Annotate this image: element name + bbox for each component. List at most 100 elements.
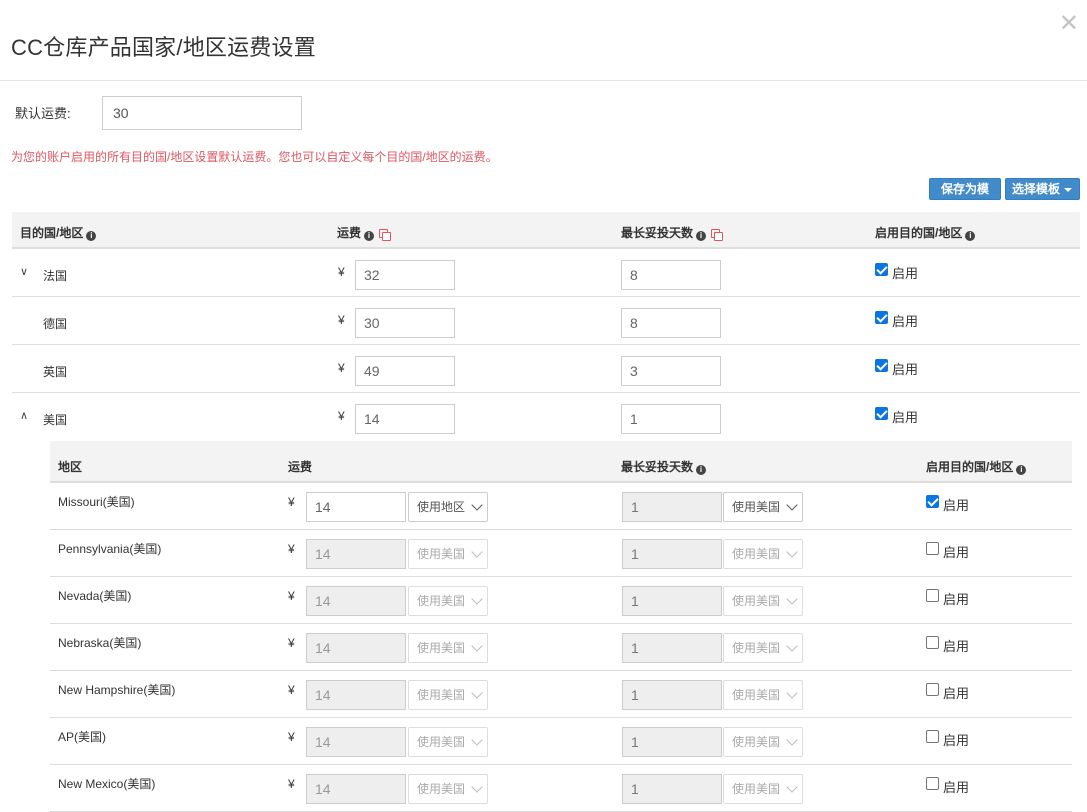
days-source-select[interactable]: 使用美国	[723, 774, 803, 804]
enable-checkbox[interactable]	[926, 495, 939, 508]
info-icon[interactable]: i	[696, 465, 707, 475]
days-source-select[interactable]: 使用美国	[723, 633, 803, 663]
currency-symbol: ¥	[338, 409, 345, 423]
table-row: New Hampshire(美国) ¥ 使用美国 使用美国 启用	[50, 671, 1072, 718]
region-fee-input[interactable]	[306, 492, 406, 522]
fee-source-value: 使用美国	[417, 782, 466, 796]
modal-title: CC仓库产品国家/地区运费设置	[11, 35, 316, 60]
fee-input[interactable]	[355, 308, 455, 338]
enable-checkbox[interactable]	[926, 542, 939, 555]
region-fee-input[interactable]	[306, 539, 406, 569]
select-template-button[interactable]: 选择模板	[1005, 178, 1080, 200]
enable-checkbox[interactable]	[875, 407, 888, 420]
subtable-header: 地区 运费 最长妥投天数 i 启用目的国/地区 i	[50, 441, 1072, 483]
save-template-button[interactable]: 保存为模板	[929, 178, 1001, 216]
enable-label: 启用	[892, 410, 919, 425]
currency-symbol: ¥	[288, 589, 295, 603]
days-source-select[interactable]: 使用美国	[723, 680, 803, 710]
info-icon[interactable]: i	[965, 231, 976, 241]
fee-source-select[interactable]: 使用美国	[408, 539, 488, 569]
days-source-value: 使用美国	[732, 547, 781, 561]
region-max-days-input[interactable]	[622, 633, 722, 663]
enable-checkbox[interactable]	[926, 683, 939, 696]
max-days-input[interactable]	[621, 356, 721, 386]
region-max-days-input[interactable]	[622, 586, 722, 616]
fee-source-select[interactable]: 使用美国	[408, 633, 488, 663]
days-source-select[interactable]: 使用美国	[723, 492, 803, 522]
chevron-placeholder	[20, 361, 32, 373]
region-max-days-input[interactable]	[622, 539, 722, 569]
days-source-value: 使用美国	[732, 594, 781, 608]
region-name: New Hampshire(美国)	[58, 683, 176, 697]
currency-symbol: ¥	[288, 542, 295, 556]
info-icon[interactable]: i	[696, 231, 707, 241]
info-icon[interactable]: i	[86, 231, 97, 241]
enable-checkbox[interactable]	[875, 359, 888, 372]
table-row: Missouri(美国) ¥ 使用地区 使用美国 启用	[50, 483, 1072, 530]
table-row: 英国 ¥ 启用	[12, 345, 1080, 393]
info-icon[interactable]: i	[364, 231, 375, 241]
max-days-input[interactable]	[621, 260, 721, 290]
header-destination-label: 目的国/地区	[20, 226, 84, 240]
table-row: New Mexico(美国) ¥ 使用美国 使用美国 启用	[50, 765, 1072, 812]
enable-label: 启用	[943, 686, 970, 701]
region-fee-input[interactable]	[306, 727, 406, 757]
max-days-input[interactable]	[621, 308, 721, 338]
close-icon[interactable]: ✕	[1059, 12, 1079, 36]
chevron-up-icon[interactable]: ∧	[20, 409, 32, 422]
region-name: AP(美国)	[58, 730, 107, 744]
fee-source-value: 使用美国	[417, 688, 466, 702]
fee-source-select[interactable]: 使用地区	[408, 492, 488, 522]
currency-symbol: ¥	[288, 683, 295, 697]
caret-down-icon	[1064, 187, 1073, 192]
fee-input[interactable]	[355, 260, 455, 290]
enable-label: 启用	[943, 498, 970, 513]
fee-source-value: 使用美国	[417, 547, 466, 561]
fee-input[interactable]	[355, 404, 455, 434]
subheader-region: 地区	[58, 460, 83, 474]
days-source-select[interactable]: 使用美国	[723, 727, 803, 757]
chevron-down-icon	[786, 640, 798, 652]
fee-source-select[interactable]: 使用美国	[408, 586, 488, 616]
currency-symbol: ¥	[338, 313, 345, 327]
default-fee-input[interactable]	[102, 96, 302, 130]
header-max-days-label: 最长妥投天数	[621, 226, 694, 240]
days-source-value: 使用美国	[732, 641, 781, 655]
chevron-down-icon	[471, 593, 483, 605]
currency-symbol: ¥	[288, 777, 295, 791]
chevron-down-icon	[471, 687, 483, 699]
region-fee-input[interactable]	[306, 633, 406, 663]
fee-source-select[interactable]: 使用美国	[408, 727, 488, 757]
copy-icon[interactable]	[379, 229, 392, 241]
subheader-enable-label: 启用目的国/地区	[926, 460, 1014, 474]
days-source-value: 使用美国	[732, 500, 781, 514]
region-max-days-input[interactable]	[622, 492, 722, 522]
currency-symbol: ¥	[288, 495, 295, 509]
info-icon[interactable]: i	[1016, 465, 1027, 475]
region-max-days-input[interactable]	[622, 727, 722, 757]
enable-checkbox[interactable]	[926, 730, 939, 743]
chevron-down-icon[interactable]: ∨	[20, 265, 32, 278]
days-source-select[interactable]: 使用美国	[723, 539, 803, 569]
enable-checkbox[interactable]	[875, 263, 888, 276]
fee-source-select[interactable]: 使用美国	[408, 774, 488, 804]
fee-source-select[interactable]: 使用美国	[408, 680, 488, 710]
region-fee-input[interactable]	[306, 774, 406, 804]
modal-header: CC仓库产品国家/地区运费设置 ✕	[0, 0, 1087, 81]
enable-checkbox[interactable]	[926, 636, 939, 649]
currency-symbol: ¥	[288, 730, 295, 744]
chevron-down-icon	[786, 734, 798, 746]
region-fee-input[interactable]	[306, 680, 406, 710]
max-days-input[interactable]	[621, 404, 721, 434]
enable-checkbox[interactable]	[926, 589, 939, 602]
table-row: Nebraska(美国) ¥ 使用美国 使用美国 启用	[50, 624, 1072, 671]
fee-input[interactable]	[355, 356, 455, 386]
copy-icon[interactable]	[711, 229, 724, 241]
region-max-days-input[interactable]	[622, 680, 722, 710]
region-fee-input[interactable]	[306, 586, 406, 616]
enable-checkbox[interactable]	[875, 311, 888, 324]
region-max-days-input[interactable]	[622, 774, 722, 804]
header-destination: 目的国/地区 i	[20, 224, 97, 241]
days-source-select[interactable]: 使用美国	[723, 586, 803, 616]
enable-checkbox[interactable]	[926, 777, 939, 790]
